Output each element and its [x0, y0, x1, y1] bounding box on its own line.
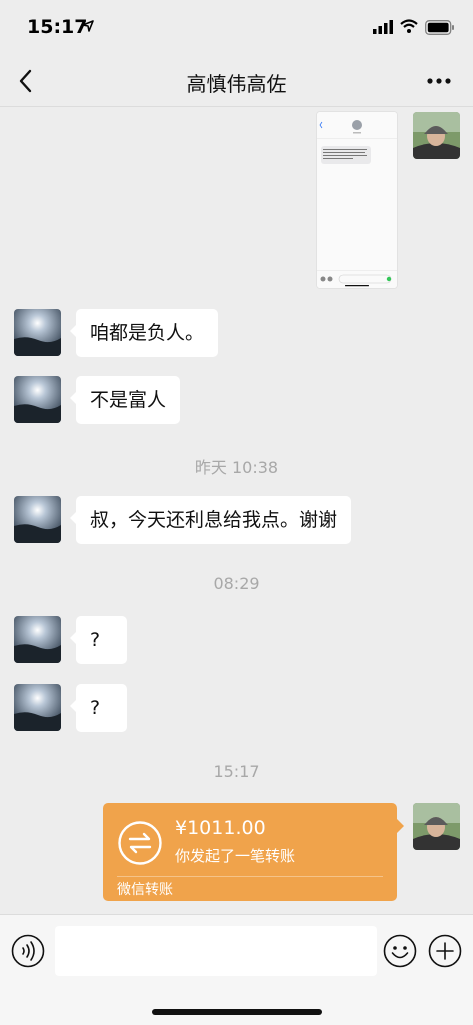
message-bubble[interactable]: ?: [70, 684, 127, 732]
wifi-icon: [400, 19, 418, 33]
chat-header: 高慎伟高佐: [0, 56, 473, 107]
message-bubble[interactable]: 叔，今天还利息给我点。谢谢: [69, 496, 352, 544]
message-bubble[interactable]: 不是富人: [69, 376, 181, 424]
image-message[interactable]: [317, 112, 397, 288]
location-arrow-icon: [82, 20, 94, 32]
message-input[interactable]: [55, 926, 377, 976]
transfer-description: 你发起了一笔转账: [175, 847, 296, 865]
timestamp: 15:17: [213, 762, 260, 781]
status-bar: 15:17: [0, 0, 473, 56]
timestamp: 08:29: [213, 574, 260, 593]
my-avatar[interactable]: [413, 803, 460, 850]
plus-icon[interactable]: [428, 934, 462, 968]
cellular-signal-icon: [373, 20, 393, 34]
user-photo-avatar-icon: [413, 803, 460, 850]
status-time: 15:17: [27, 16, 88, 38]
transfer-arrows-icon: [118, 821, 162, 865]
timestamp: 昨天 10:38: [194, 458, 279, 477]
screenshot-thumbnail: [317, 112, 397, 288]
message-bubble[interactable]: ?: [70, 616, 127, 664]
transfer-amount: ¥1011.00: [175, 817, 266, 839]
contact-avatar[interactable]: [14, 684, 61, 731]
contact-avatar[interactable]: [14, 309, 61, 356]
sunrise-landscape-avatar-icon: [14, 376, 61, 423]
contact-avatar[interactable]: [14, 616, 61, 663]
battery-icon: [425, 20, 454, 35]
voice-input-icon[interactable]: [11, 934, 45, 968]
contact-avatar[interactable]: [14, 376, 61, 423]
input-bar: [0, 914, 473, 1025]
chat-title: 高慎伟高佐: [186, 72, 287, 96]
contact-avatar[interactable]: [14, 496, 61, 543]
sunrise-landscape-avatar-icon: [14, 309, 61, 356]
transfer-footer: 微信转账: [117, 882, 173, 898]
my-avatar[interactable]: [413, 112, 460, 159]
emoji-icon[interactable]: [383, 934, 417, 968]
sunrise-landscape-avatar-icon: [14, 684, 61, 731]
transfer-card[interactable]: ¥1011.00 你发起了一笔转账 微信转账: [103, 803, 404, 901]
transfer-divider: [117, 876, 383, 877]
user-photo-avatar-icon: [413, 112, 460, 159]
sunrise-landscape-avatar-icon: [14, 496, 61, 543]
message-bubble[interactable]: 咱都是负人。: [69, 309, 219, 357]
more-options-icon[interactable]: [424, 69, 454, 93]
home-indicator: [152, 1009, 322, 1015]
sunrise-landscape-avatar-icon: [14, 616, 61, 663]
